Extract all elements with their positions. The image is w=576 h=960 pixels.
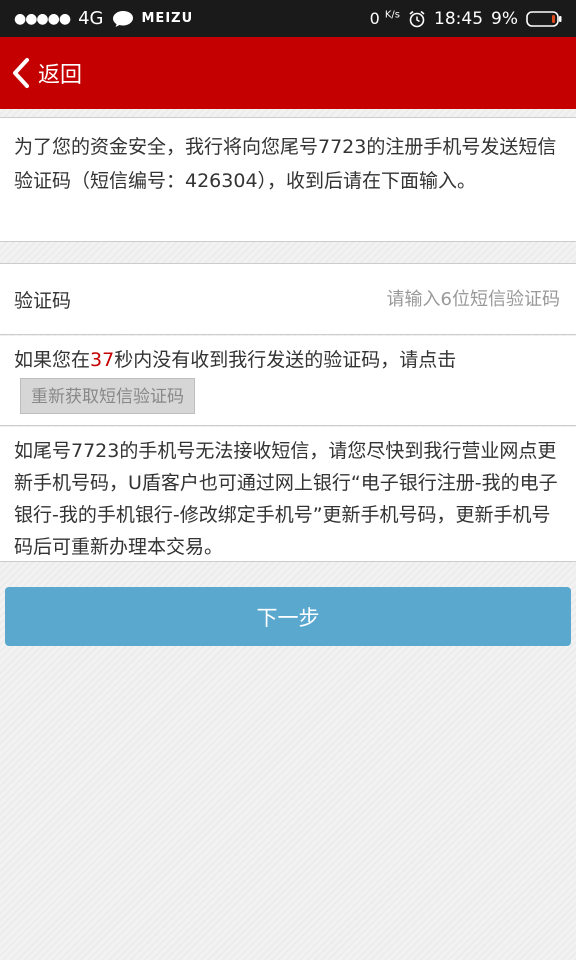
phone-update-info: 如尾号7723的手机号无法接收短信，请您尽快到我行营业网点更新手机号码，U盾客户… — [0, 427, 576, 562]
security-notice: 为了您的资金安全，我行将向您尾号7723的注册手机号发送短信验证码（短信编号：4… — [0, 117, 576, 242]
countdown-seconds: 37 — [90, 349, 115, 371]
resend-hint-prefix: 如果您在 — [14, 349, 91, 371]
alarm-clock-icon — [408, 10, 426, 28]
verification-code-row: 验证码 — [0, 263, 576, 335]
battery-percent: 9% — [491, 8, 518, 29]
verification-code-input[interactable] — [258, 287, 562, 311]
resend-hint-suffix: 秒内没有收到我行发送的验证码，请点击 — [114, 349, 457, 371]
chevron-left-icon — [13, 58, 29, 88]
back-label: 返回 — [38, 63, 83, 88]
clock-time: 18:45 — [434, 8, 484, 29]
verification-code-label: 验证码 — [14, 289, 72, 312]
network-speed-unit: K/s — [384, 9, 401, 21]
resend-section: 如果您在37秒内没有收到我行发送的验证码，请点击 重新获取短信验证码 — [0, 336, 576, 426]
next-step-button[interactable]: 下一步 — [5, 587, 571, 646]
resend-code-button[interactable]: 重新获取短信验证码 — [20, 378, 195, 414]
header-bar: 返回 — [0, 37, 576, 109]
network-type: 4G — [78, 8, 104, 29]
back-button[interactable]: 返回 — [10, 57, 82, 89]
battery-fill — [552, 14, 555, 23]
signal-strength-icon: ●●●●● — [14, 10, 71, 27]
battery-icon — [526, 10, 562, 27]
status-bar: ●●●●● 4G MEIZU 0 K/s 18:45 9% — [0, 0, 576, 37]
resend-hint: 如果您在37秒内没有收到我行发送的验证码，请点击 — [14, 344, 562, 376]
network-speed-value: 0 — [369, 9, 380, 28]
network-speed: 0 K/s — [370, 9, 400, 28]
carrier-logo: MEIZU — [141, 11, 194, 26]
chat-icon — [112, 10, 134, 28]
